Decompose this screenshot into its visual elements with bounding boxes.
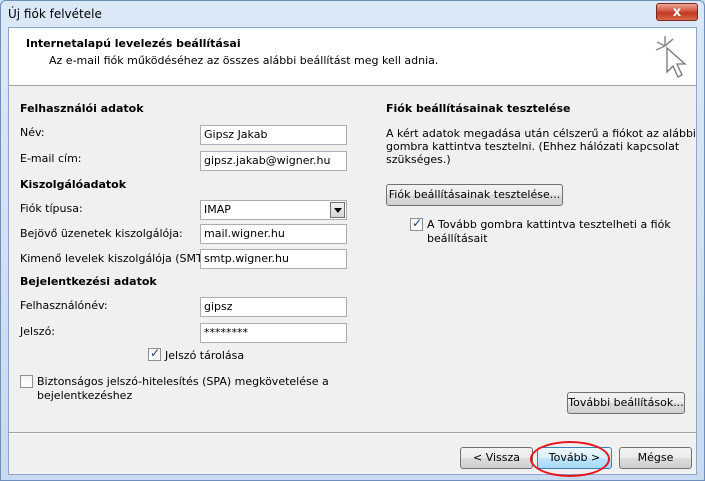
wizard-cursor-icon <box>655 36 687 78</box>
window-title: Új fiók felvétele <box>8 7 102 21</box>
account-type-label: Fiók típusa: <box>20 202 83 215</box>
test-desc-line3: szükséges.) <box>386 153 451 166</box>
username-label: Felhasználónév: <box>20 299 108 312</box>
outgoing-server-input[interactable]: smtp.wigner.hu <box>200 249 347 269</box>
remember-password-label[interactable]: Jelszó tárolása <box>165 349 244 362</box>
test-account-button[interactable]: Fiók beállításainak tesztelése... <box>386 184 563 206</box>
test-settings-heading: Fiók beállításainak tesztelése <box>386 102 571 115</box>
wizard-header: Internetalapú levelezés beállításai Az e… <box>9 28 696 86</box>
incoming-server-input[interactable]: mail.wigner.hu <box>200 224 347 244</box>
dialog-content: Internetalapú levelezés beállításai Az e… <box>8 27 697 475</box>
spa-label-line2[interactable]: bejelentkezéshez <box>37 389 132 402</box>
spa-label-line1[interactable]: Biztonságos jelszó-hitelesítés (SPA) meg… <box>37 375 329 388</box>
username-input[interactable]: gipsz <box>200 297 347 317</box>
page-subtitle: Az e-mail fiók működéséhez az összes alá… <box>49 54 439 67</box>
user-info-heading: Felhasználói adatok <box>20 102 144 115</box>
remember-password-checkbox[interactable] <box>148 346 161 361</box>
test-desc-line1: A kért adatok megadása után célszerű a f… <box>386 127 696 140</box>
incoming-server-label: Bejövő üzenetek kiszolgálója: <box>20 227 183 240</box>
password-input[interactable]: ******** <box>200 323 347 343</box>
back-button[interactable]: < Vissza <box>460 447 533 469</box>
more-settings-button[interactable]: További beállítások... <box>567 392 685 414</box>
footer-divider <box>9 432 696 434</box>
page-title: Internetalapú levelezés beállításai <box>26 37 241 50</box>
auto-test-label-line1[interactable]: A Tovább gombra kattintva tesztelheti a … <box>427 218 671 231</box>
name-label: Név: <box>20 126 45 139</box>
name-input[interactable]: Gipsz Jakab <box>200 125 347 145</box>
close-button[interactable]: x <box>656 3 698 21</box>
test-desc-line2: gombra kattintva tesztelni. (Ehhez hálóz… <box>386 140 680 153</box>
title-bar: Új fiók felvétele x <box>1 1 704 27</box>
spa-checkbox[interactable] <box>20 375 33 388</box>
dialog-window: Új fiók felvétele x Internetalapú levele… <box>0 0 705 481</box>
login-info-heading: Bejelentkezési adatok <box>20 275 157 288</box>
cancel-button[interactable]: Mégse <box>619 447 692 469</box>
account-type-select[interactable]: IMAP <box>200 200 347 220</box>
outgoing-server-label: Kimenő levelek kiszolgálója (SMTP): <box>20 252 218 265</box>
server-info-heading: Kiszolgálóadatok <box>20 178 127 191</box>
next-button-highlight <box>530 441 610 477</box>
chevron-down-icon[interactable] <box>330 202 345 218</box>
password-label: Jelszó: <box>20 325 56 338</box>
auto-test-checkbox[interactable] <box>410 216 423 231</box>
auto-test-label-line2[interactable]: beállításait <box>427 232 488 245</box>
account-type-value: IMAP <box>204 203 231 216</box>
email-label: E-mail cím: <box>20 152 82 165</box>
email-input[interactable]: gipsz.jakab@wigner.hu <box>200 151 347 171</box>
